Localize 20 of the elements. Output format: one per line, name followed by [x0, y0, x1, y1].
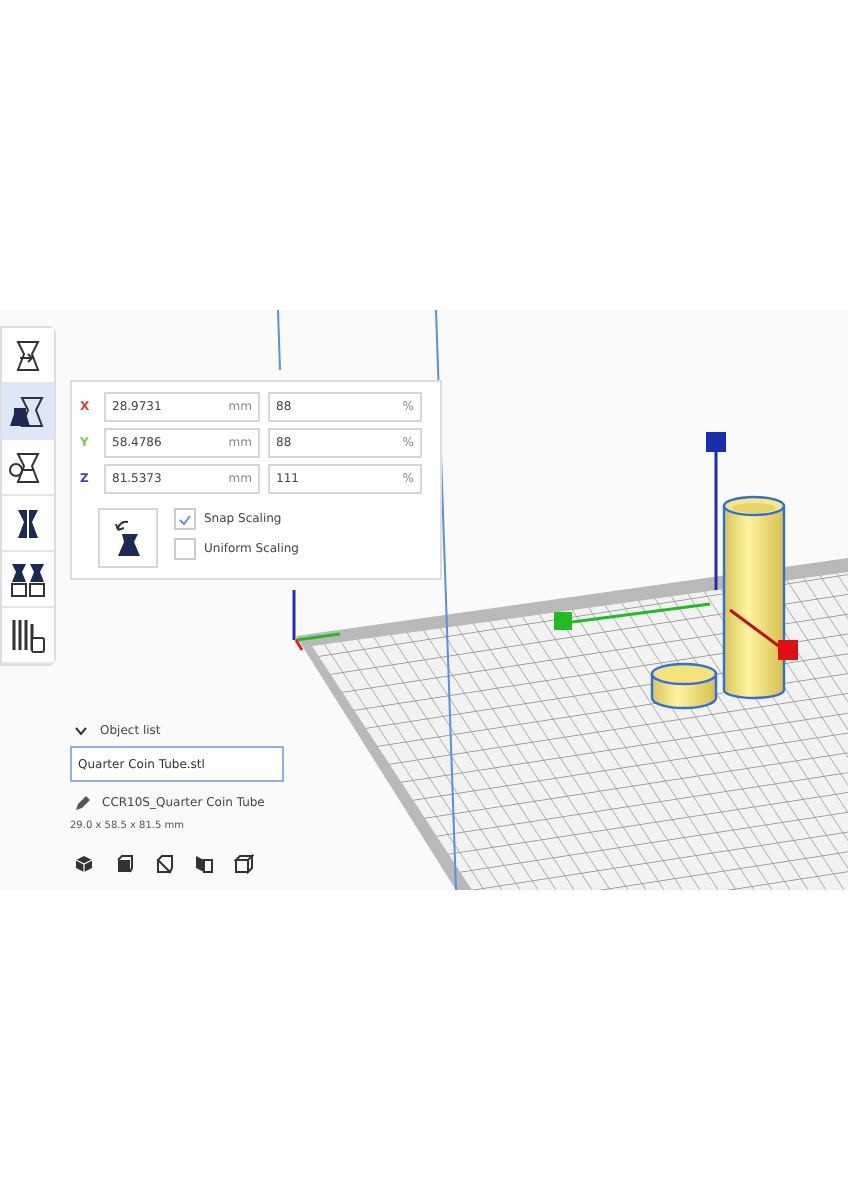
tool-button[interactable] — [2, 328, 54, 384]
tool-button[interactable] — [2, 384, 54, 440]
chevron-icon — [74, 725, 88, 735]
reset-button[interactable] — [98, 508, 158, 568]
two-cups-icon — [8, 559, 48, 599]
checkbox[interactable] — [174, 538, 196, 560]
axis-indicator-drawing — [292, 590, 341, 651]
bars-icon — [8, 615, 48, 655]
view-cube-icon[interactable] — [154, 853, 174, 873]
cup-arrow-icon — [110, 518, 146, 558]
check-icon — [178, 513, 192, 525]
view-cube-icon[interactable] — [114, 853, 134, 873]
cup-icon — [8, 391, 48, 431]
checkbox[interactable] — [174, 508, 196, 530]
pencil-icon[interactable] — [74, 795, 90, 811]
guide-line — [277, 310, 281, 371]
coin-model — [650, 662, 718, 710]
view-cube-icon[interactable] — [234, 853, 254, 873]
view-cube-icon[interactable] — [194, 853, 214, 873]
view-cube-icon[interactable] — [74, 853, 94, 873]
